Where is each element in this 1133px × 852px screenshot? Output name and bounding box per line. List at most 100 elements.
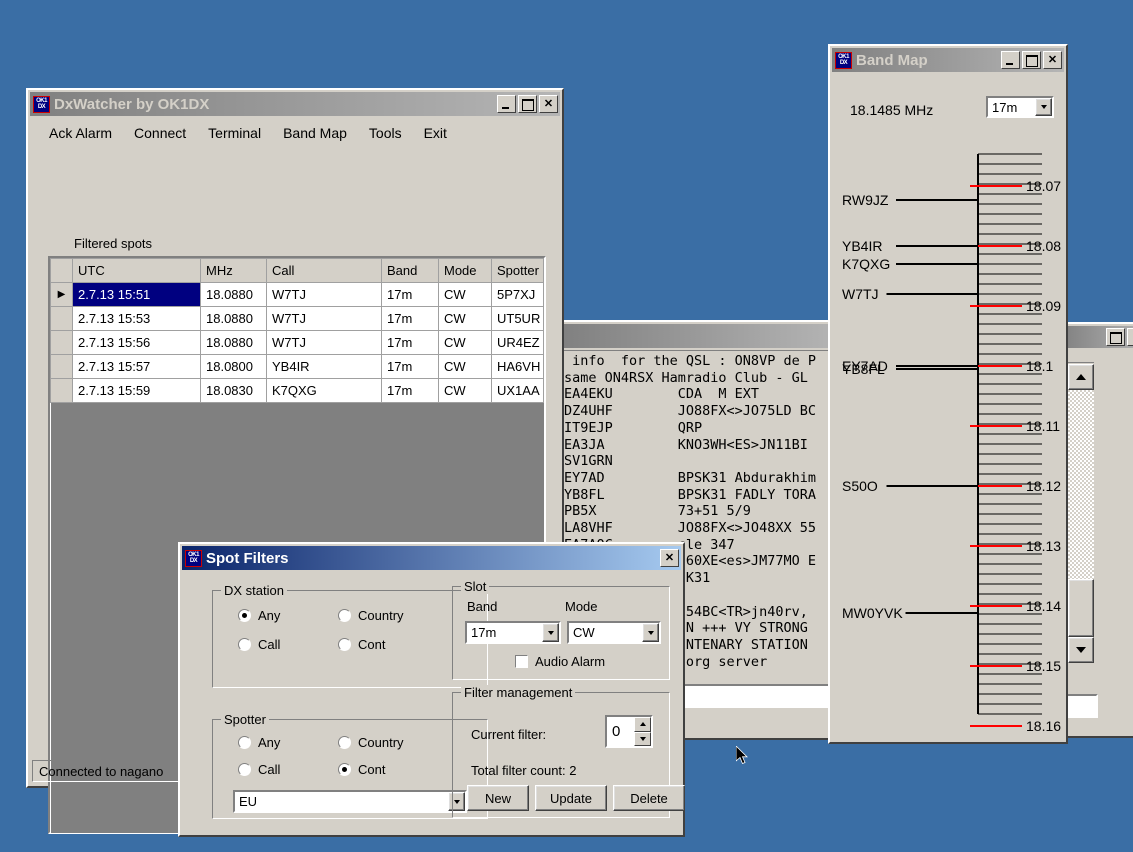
bandmap-window[interactable]: OK1 DX Band Map ✕ 18.1485 MHz 17m 18.07 18… [828,44,1068,744]
column-header-band[interactable]: Band [381,258,439,283]
cell-utc[interactable]: 2.7.13 15:56 [72,330,201,355]
dx-any-radio[interactable]: Any [238,608,280,623]
column-header-call[interactable]: Call [266,258,382,283]
slot-band-select[interactable]: 17m [465,621,561,644]
spotter-call-radio[interactable]: Call [238,762,280,777]
cell-call[interactable]: W7TJ [266,330,382,355]
close-icon[interactable]: ✕ [1127,328,1133,346]
menu-item-terminal[interactable]: Terminal [197,122,272,144]
bandmap-spot-YB4IR[interactable]: YB4IR [842,238,882,254]
cell-utc[interactable]: 2.7.13 15:57 [72,354,201,379]
column-header-utc[interactable]: UTC [72,258,201,283]
cell-mhz[interactable]: 18.0830 [200,378,267,403]
chevron-down-icon[interactable] [642,623,659,642]
close-icon[interactable]: ✕ [1043,51,1062,69]
spot-filters-dialog[interactable]: OK1 DX Spot Filters ✕ DX station Any Coun… [178,542,685,837]
table-row[interactable]: 2.7.13 15:56 18.0880 W7TJ 17m CW UR4EZ [50,330,544,355]
row-marker[interactable] [50,306,73,331]
spot-filters-titlebar[interactable]: OK1 DX Spot Filters ✕ [182,546,681,570]
bandmap-titlebar[interactable]: OK1 DX Band Map ✕ [832,48,1064,72]
cell-utc[interactable]: 2.7.13 15:59 [72,378,201,403]
cell-mode[interactable]: CW [438,282,492,307]
dxwatcher-titlebar[interactable]: OK1 DX DxWatcher by OK1DX ✕ [30,92,560,116]
cell-mhz[interactable]: 18.0800 [200,354,267,379]
chevron-down-icon[interactable] [542,623,559,642]
bandmap-spot-S50O[interactable]: S50O [842,478,878,494]
column-header-mhz[interactable]: MHz [200,258,267,283]
cell-mhz[interactable]: 18.0880 [200,306,267,331]
dx-call-radio[interactable]: Call [238,637,280,652]
bandmap-window-controls[interactable]: ✕ [1001,51,1062,69]
menu-item-band-map[interactable]: Band Map [272,122,358,144]
close-icon[interactable]: ✕ [660,549,679,567]
table-row[interactable]: ▶ 2.7.13 15:51 18.0880 W7TJ 17m CW 5P7XJ [50,282,544,307]
background-window-titlebar[interactable]: ✕ [1060,326,1133,348]
terminal-titlebar[interactable] [560,324,842,348]
cell-band[interactable]: 17m [381,306,439,331]
chevron-down-icon[interactable] [1035,98,1052,116]
new-button[interactable]: New [467,785,529,811]
cell-spotter[interactable]: HA6VH [491,354,544,379]
cell-mode[interactable]: CW [438,306,492,331]
bandmap-spot-K7QXG[interactable]: K7QXG [842,256,890,272]
scroll-up-button[interactable] [1068,364,1094,390]
slot-mode-select[interactable]: CW [567,621,661,644]
spotter-cont-radio[interactable]: Cont [338,762,385,777]
spotter-any-radio[interactable]: Any [238,735,280,750]
row-marker[interactable] [50,354,73,379]
row-marker[interactable]: ▶ [50,282,73,307]
cell-call[interactable]: W7TJ [266,282,382,307]
bandmap-spot-W7TJ[interactable]: W7TJ [842,286,879,302]
cell-mode[interactable]: CW [438,378,492,403]
table-row[interactable]: 2.7.13 15:53 18.0880 W7TJ 17m CW UT5UR [50,306,544,331]
menu-item-exit[interactable]: Exit [413,122,458,144]
update-button[interactable]: Update [535,785,607,811]
cell-band[interactable]: 17m [381,378,439,403]
table-row[interactable]: 2.7.13 15:57 18.0800 YB4IR 17m CW HA6VH [50,354,544,379]
spotter-country-radio[interactable]: Country [338,735,404,750]
current-filter-stepper[interactable]: 0 [605,715,653,748]
minimize-icon[interactable] [497,95,516,113]
row-marker[interactable] [50,330,73,355]
bandmap-spot-MW0YVK[interactable]: MW0YVK [842,605,903,621]
bandmap-spot-RW9JZ[interactable]: RW9JZ [842,192,889,208]
cell-band[interactable]: 17m [381,354,439,379]
cell-mhz[interactable]: 18.0880 [200,330,267,355]
cell-spotter[interactable]: UR4EZ [491,330,544,355]
minimize-icon[interactable] [1001,51,1020,69]
stepper-buttons[interactable] [634,717,651,746]
cell-band[interactable]: 17m [381,330,439,355]
cell-mhz[interactable]: 18.0880 [200,282,267,307]
bandmap-scale[interactable]: 18.07 18.08 18.09 18.1 18.11 18.12 18.13 18.14 1… [832,126,1066,740]
cell-spotter[interactable]: UX1AA [491,378,544,403]
vertical-scrollbar[interactable] [1066,362,1094,664]
scroll-down-button[interactable] [1068,637,1094,663]
row-marker[interactable] [50,378,73,403]
dx-country-radio[interactable]: Country [338,608,404,623]
dx-cont-radio[interactable]: Cont [338,637,385,652]
cell-utc[interactable]: 2.7.13 15:53 [72,306,201,331]
cell-call[interactable]: W7TJ [266,306,382,331]
background-window-field[interactable] [1066,694,1098,718]
cell-spotter[interactable]: UT5UR [491,306,544,331]
cell-utc[interactable]: 2.7.13 15:51 [72,282,201,307]
column-header-spotter[interactable]: Spotter [491,258,544,283]
spot-filters-window-controls[interactable]: ✕ [660,549,679,567]
maximize-icon[interactable] [1106,328,1125,346]
spotter-continent-select[interactable]: EU [233,790,467,813]
dxwatcher-window-controls[interactable]: ✕ [497,95,558,113]
cell-call[interactable]: K7QXG [266,378,382,403]
cell-spotter[interactable]: 5P7XJ [491,282,544,307]
stepper-up-button[interactable] [634,717,651,732]
cell-mode[interactable]: CW [438,330,492,355]
maximize-icon[interactable] [518,95,537,113]
delete-button[interactable]: Delete [613,785,685,811]
menubar[interactable]: Ack Alarm Connect Terminal Band Map Tool… [32,120,558,146]
menu-item-connect[interactable]: Connect [123,122,197,144]
maximize-icon[interactable] [1022,51,1041,69]
audio-alarm-checkbox[interactable]: Audio Alarm [515,654,605,669]
cell-band[interactable]: 17m [381,282,439,307]
cell-mode[interactable]: CW [438,354,492,379]
menu-item-ack-alarm[interactable]: Ack Alarm [38,122,123,144]
menu-item-tools[interactable]: Tools [358,122,413,144]
